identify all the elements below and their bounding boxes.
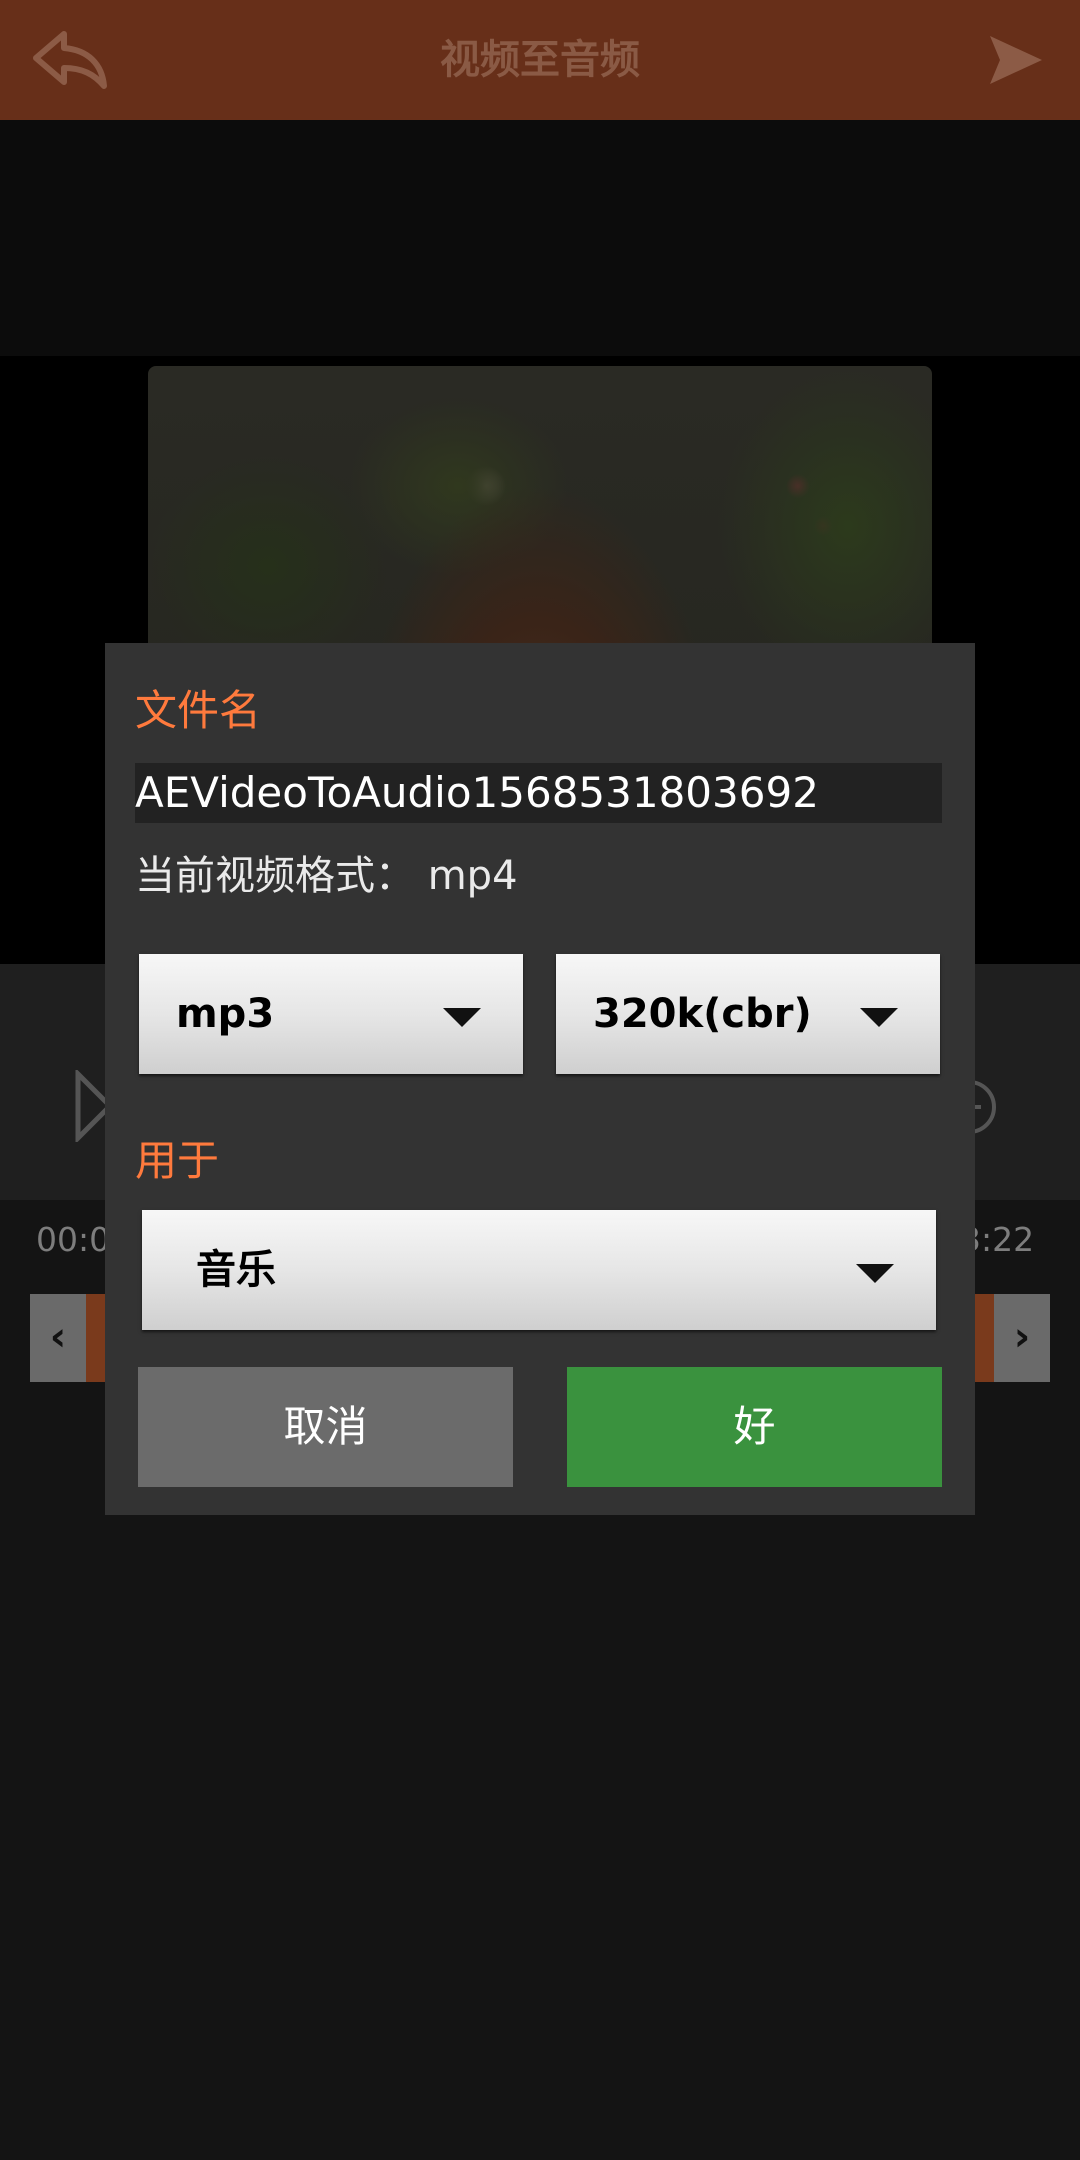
next-frame-button[interactable]: › [994, 1294, 1050, 1382]
format-value: mp3 [176, 991, 275, 1037]
send-button[interactable] [986, 30, 1046, 90]
cancel-button[interactable]: 取消 [138, 1367, 513, 1487]
dropdown-arrow-icon [443, 1008, 481, 1027]
timeline-track-left[interactable] [86, 1294, 106, 1382]
format-dropdown[interactable]: mp3 [139, 954, 523, 1074]
bitrate-value: 320k(cbr) [593, 991, 812, 1037]
usage-value: 音乐 [196, 1247, 276, 1293]
dropdown-arrow-icon [860, 1008, 898, 1027]
filename-label: 文件名 [135, 686, 262, 735]
ok-button[interactable]: 好 [567, 1367, 942, 1487]
current-format-text: 当前视频格式： mp4 [135, 853, 518, 899]
convert-dialog: 文件名 AEVideoToAudio1568531803692 当前视频格式： … [105, 643, 975, 1515]
filename-input[interactable]: AEVideoToAudio1568531803692 [135, 763, 942, 823]
send-icon [990, 36, 1042, 84]
top-spacer [0, 120, 1080, 356]
dropdown-arrow-icon [856, 1264, 894, 1283]
usage-dropdown[interactable]: 音乐 [142, 1210, 936, 1330]
bitrate-dropdown[interactable]: 320k(cbr) [556, 954, 940, 1074]
time-start: 00:0 [36, 1220, 111, 1259]
app-bar: 视频至音频 [0, 0, 1080, 120]
usage-label: 用于 [135, 1136, 220, 1185]
prev-frame-button[interactable]: ‹ [30, 1294, 86, 1382]
timeline-track-right[interactable] [974, 1294, 994, 1382]
page-title: 视频至音频 [440, 37, 640, 83]
